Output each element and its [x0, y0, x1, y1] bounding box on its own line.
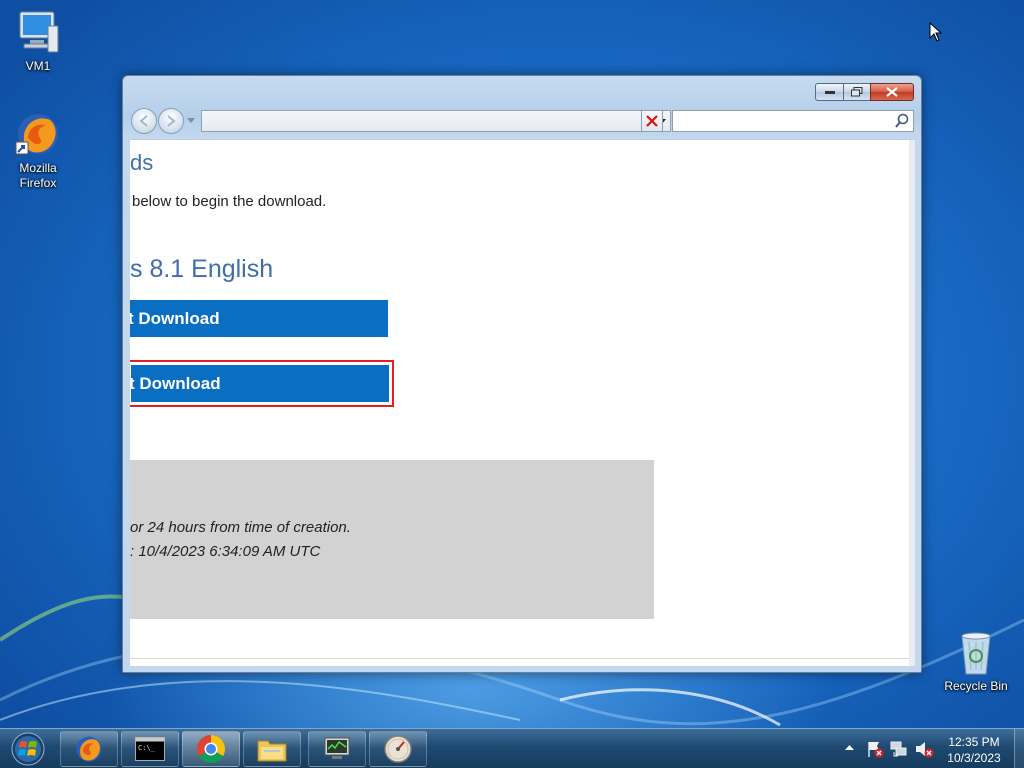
product-title: s 8.1 English — [130, 255, 274, 283]
address-bar[interactable] — [201, 110, 671, 132]
desktop-icon-vm1[interactable]: VM1 — [2, 8, 74, 74]
desktop-icon-label: Recycle Bin — [944, 679, 1008, 693]
close-icon — [886, 87, 898, 97]
system-clock[interactable]: 12:35 PM 10/3/2023 — [940, 734, 1008, 766]
explorer-icon — [257, 740, 287, 762]
tray-expand-icon[interactable] — [845, 744, 854, 751]
page-heading: ds — [130, 150, 154, 175]
clock-date: 10/3/2023 — [947, 751, 1001, 765]
minimize-icon — [824, 91, 835, 94]
recent-pages-chevron-icon[interactable] — [187, 118, 195, 124]
vertical-scrollbar[interactable] — [909, 140, 915, 666]
action-center-flag-icon[interactable] — [866, 740, 884, 758]
network-monitor-icon — [324, 737, 350, 759]
minimize-button[interactable] — [815, 83, 843, 101]
taskbar-explorer[interactable] — [243, 731, 301, 767]
cmd-icon: C:\_ — [135, 737, 165, 761]
taskbar-cmd[interactable]: C:\_ — [121, 731, 179, 767]
firefox-icon — [76, 736, 102, 762]
info-line-validity: or 24 hours from time of creation. — [130, 519, 351, 536]
windows-start-orb-icon — [11, 732, 45, 766]
clock-time: 12:35 PM — [948, 735, 1000, 749]
page-content: ds below to begin the download. s 8.1 En… — [130, 139, 915, 666]
forward-button[interactable] — [158, 108, 184, 134]
desktop-icon-label: VM1 — [25, 59, 51, 73]
info-line-expiry: : 10/4/2023 6:34:09 AM UTC — [130, 543, 321, 560]
search-box[interactable] — [672, 110, 914, 132]
intro-text: below to begin the download. — [132, 193, 327, 210]
search-icon[interactable] — [895, 113, 909, 129]
maximize-button[interactable] — [843, 83, 870, 101]
mouse-cursor-icon — [929, 22, 943, 42]
close-button[interactable] — [870, 83, 914, 101]
download-button-2-label: t Download — [131, 374, 221, 393]
stop-button[interactable] — [641, 110, 663, 132]
firefox-icon — [14, 110, 62, 158]
taskbar-performance-gauge[interactable] — [369, 731, 427, 767]
performance-gauge-icon — [384, 735, 412, 763]
taskbar-network-monitor[interactable] — [308, 731, 366, 767]
download-button-1[interactable]: t Download — [130, 300, 388, 337]
computer-icon — [14, 8, 62, 56]
network-icon[interactable] — [890, 740, 908, 758]
svg-text:C:\_: C:\_ — [138, 744, 156, 752]
start-button[interactable] — [4, 730, 52, 768]
back-button[interactable] — [131, 108, 157, 134]
show-desktop-button[interactable] — [1014, 729, 1024, 768]
browser-window: ds below to begin the download. s 8.1 En… — [122, 75, 922, 673]
recycle-bin-icon — [952, 628, 1000, 676]
navigation-bar — [131, 108, 914, 134]
download-button-1-label: t Download — [130, 309, 220, 328]
page-divider — [130, 658, 915, 659]
stop-x-icon — [646, 115, 658, 127]
back-arrow-icon — [139, 115, 148, 127]
download-button-2-highlight: t Download — [130, 360, 394, 407]
restore-icon — [851, 87, 863, 97]
desktop-icon-label: Mozilla Firefox — [19, 161, 57, 190]
desktop-icon-recycle-bin[interactable]: Recycle Bin — [938, 628, 1014, 694]
download-button-2[interactable]: t Download — [131, 365, 389, 402]
volume-muted-icon[interactable] — [914, 740, 934, 758]
forward-arrow-icon — [167, 115, 176, 127]
taskbar: C:\_ 12:35 PM 10/3/2023 — [0, 728, 1024, 768]
taskbar-firefox[interactable] — [60, 731, 118, 767]
link-expiry-info-box: or 24 hours from time of creation. : 10/… — [130, 460, 654, 619]
taskbar-chrome[interactable] — [182, 731, 240, 767]
chrome-icon — [197, 735, 225, 763]
caption-buttons — [815, 83, 914, 101]
desktop-icon-firefox[interactable]: Mozilla Firefox — [2, 110, 74, 191]
